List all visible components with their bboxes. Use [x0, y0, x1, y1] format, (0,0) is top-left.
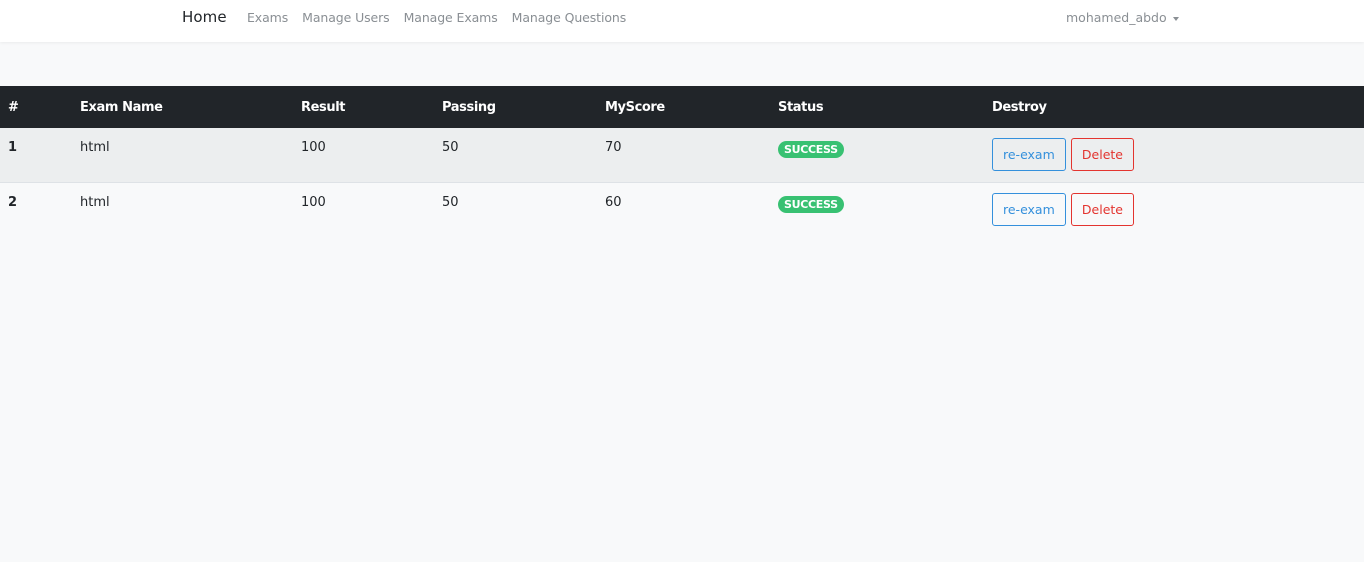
- cell-status: SUCCESS: [770, 128, 984, 182]
- cell-myscore: 70: [605, 140, 622, 155]
- brand-home-link[interactable]: Home: [182, 8, 227, 26]
- table-body: 1 html 100 50 70 SUCCESS re-exam Delete …: [0, 128, 1364, 236]
- user-dropdown[interactable]: mohamed_abdo: [1066, 10, 1179, 25]
- nav-link-manage-questions[interactable]: Manage Questions: [512, 10, 627, 25]
- col-header-status: Status: [778, 99, 824, 115]
- results-table: # Exam Name Result Passing MyScore Statu…: [0, 86, 1364, 236]
- cell-result: 100: [293, 181, 434, 236]
- col-header-index: #: [8, 99, 19, 115]
- cell-exam-name: html: [72, 181, 293, 236]
- nav-links: Exams Manage Users Manage Exams Manage Q…: [247, 10, 626, 25]
- user-name: mohamed_abdo: [1066, 10, 1167, 25]
- table-header: # Exam Name Result Passing MyScore Statu…: [0, 86, 1364, 128]
- cell-index: 2: [0, 181, 72, 236]
- table-row: 2 html 100 50 60 SUCCESS re-exam Delete: [0, 181, 1364, 236]
- nav-link-exams[interactable]: Exams: [247, 10, 288, 25]
- nav-link-manage-users[interactable]: Manage Users: [302, 10, 390, 25]
- caret-down-icon: [1172, 16, 1179, 21]
- delete-button[interactable]: Delete: [1070, 138, 1134, 171]
- reexam-button[interactable]: re-exam: [992, 192, 1066, 226]
- cell-passing: 50: [434, 181, 597, 236]
- header-row: # Exam Name Result Passing MyScore Statu…: [0, 86, 1364, 128]
- cell-status: SUCCESS: [770, 181, 984, 236]
- col-header-passing: Passing: [442, 99, 496, 115]
- status-badge: SUCCESS: [778, 195, 844, 213]
- col-header-myscore: MyScore: [605, 99, 665, 115]
- cell-actions: re-exam Delete: [984, 128, 1364, 182]
- top-navbar: Home Exams Manage Users Manage Exams Man…: [0, 0, 1364, 42]
- col-header-result: Result: [301, 99, 346, 115]
- cell-exam-name: html: [80, 140, 110, 155]
- delete-button[interactable]: Delete: [1070, 192, 1134, 226]
- reexam-button[interactable]: re-exam: [992, 138, 1066, 171]
- col-header-exam-name: Exam Name: [80, 99, 163, 115]
- nav-link-manage-exams[interactable]: Manage Exams: [404, 10, 498, 25]
- cell-result: 100: [301, 140, 326, 155]
- status-badge: SUCCESS: [778, 141, 844, 158]
- cell-index: 1: [8, 140, 18, 155]
- cell-actions: re-exam Delete: [984, 181, 1364, 236]
- cell-passing: 50: [442, 140, 459, 155]
- table-row: 1 html 100 50 70 SUCCESS re-exam Delete: [0, 128, 1364, 182]
- col-header-destroy: Destroy: [992, 99, 1047, 115]
- cell-myscore: 60: [597, 181, 770, 236]
